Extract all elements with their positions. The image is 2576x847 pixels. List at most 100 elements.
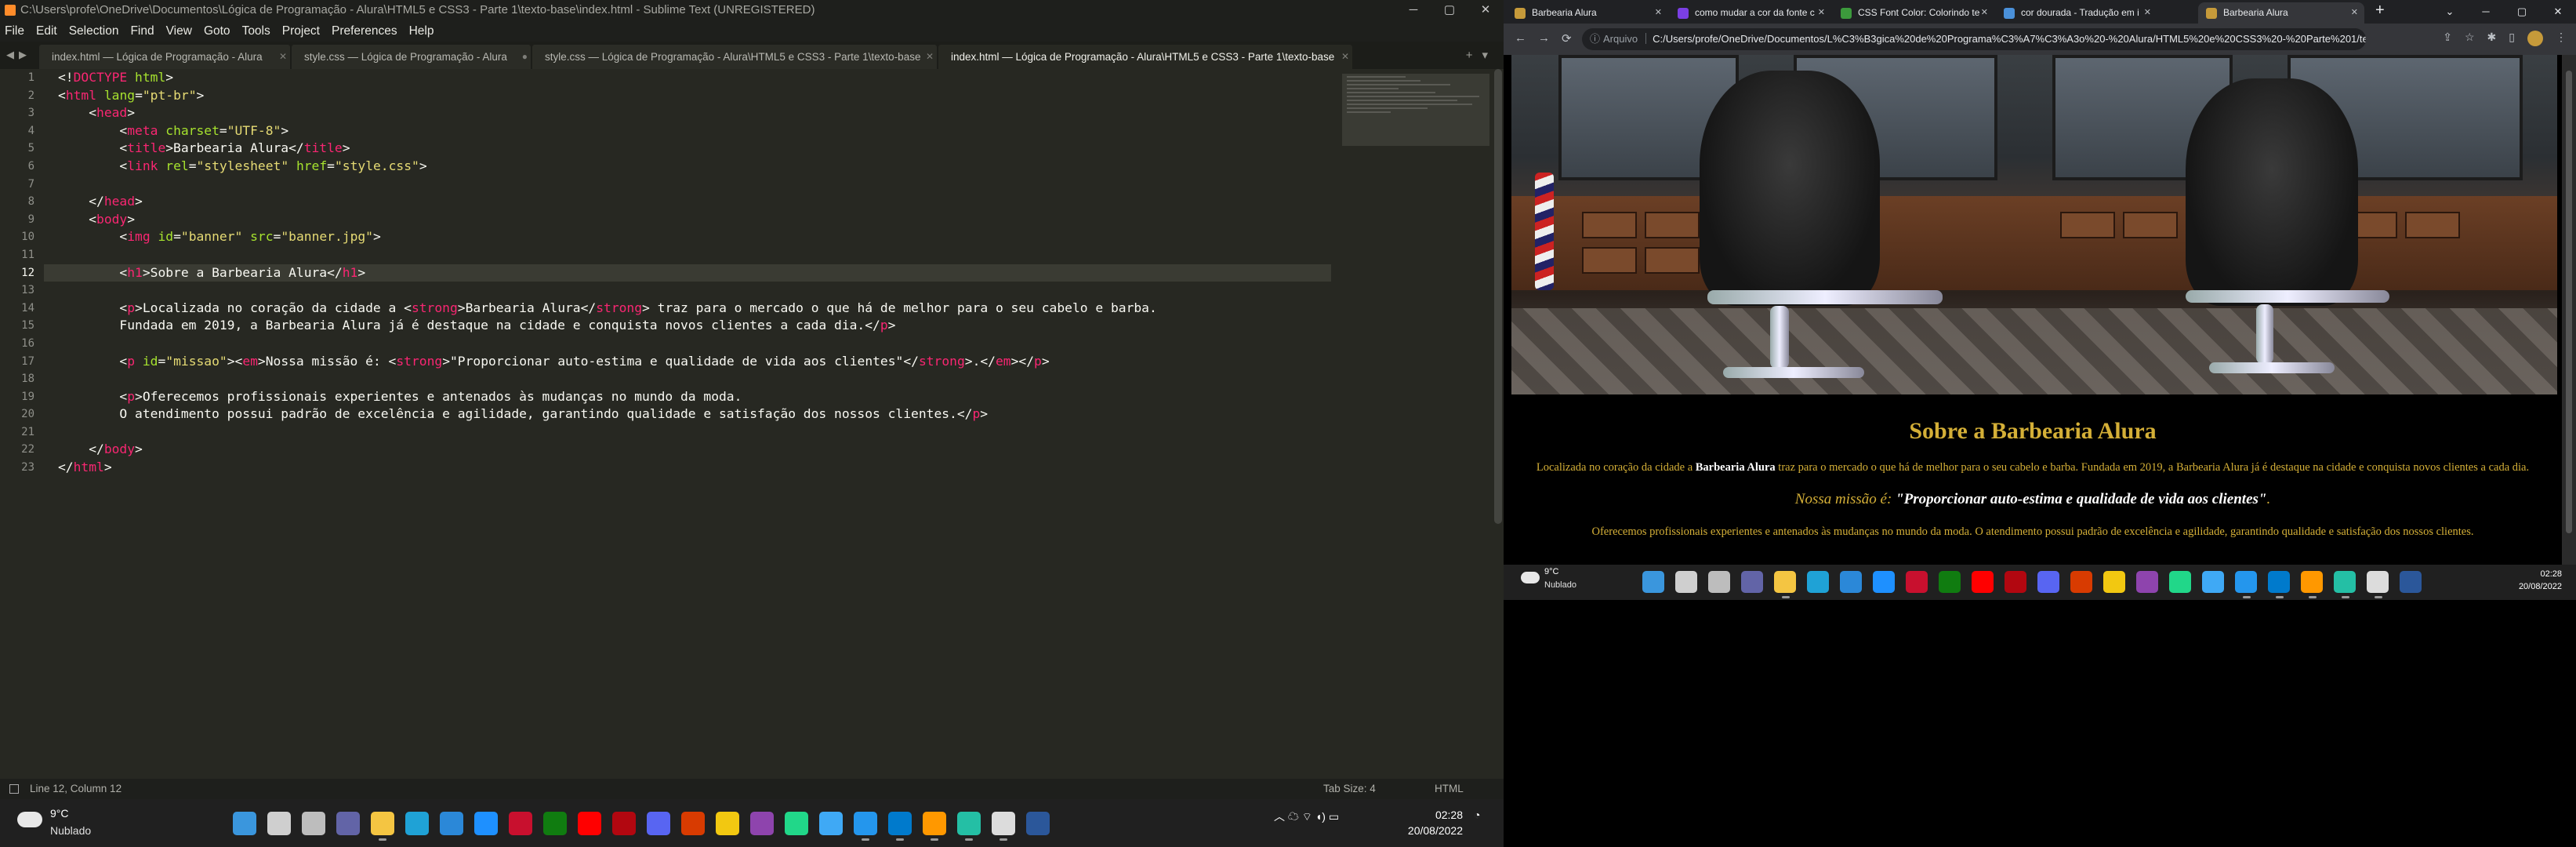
close-icon[interactable]: ✕ (279, 45, 287, 69)
tab-size-setting[interactable]: Tab Size: 4 (1323, 779, 1376, 799)
close-icon[interactable]: ✕ (1818, 2, 1825, 24)
search-icon[interactable] (1675, 571, 1697, 593)
browser-tab-4[interactable]: cor dourada - Tradução em i ✕ (1996, 2, 2157, 24)
task-view-icon[interactable] (1708, 571, 1730, 593)
network-icon[interactable] (819, 812, 843, 835)
code-line[interactable] (58, 246, 1331, 264)
discord-icon[interactable] (647, 812, 670, 835)
docker-icon[interactable] (2235, 571, 2257, 598)
vscode-insiders-icon[interactable] (957, 812, 981, 841)
edge-icon[interactable] (1807, 571, 1829, 593)
browser-tab-1[interactable]: Barbearia Alura ✕ (1507, 2, 1668, 24)
app-l-icon[interactable] (474, 812, 498, 835)
document-icon[interactable] (2400, 571, 2422, 593)
code-line[interactable] (58, 282, 1331, 300)
code-area[interactable]: <!DOCTYPE html> <html lang="pt-br"> <head… (44, 69, 1331, 477)
office-icon[interactable] (2070, 571, 2092, 593)
bulb-icon[interactable] (716, 812, 739, 835)
share-icon[interactable]: ⇪ (2443, 31, 2452, 49)
reload-icon[interactable]: ⟳ (1562, 31, 1572, 45)
system-clock[interactable]: 02:28 20/08/2022 (2507, 568, 2562, 593)
netflix-icon[interactable] (612, 812, 636, 835)
code-line[interactable]: </head> (58, 193, 1331, 211)
notification-icon[interactable]: ◔ (1474, 809, 1480, 821)
side-panel-icon[interactable]: ▯ (2509, 31, 2515, 49)
back-icon[interactable]: ← (1515, 31, 1526, 45)
new-tab-button[interactable]: + (2375, 2, 2385, 20)
close-icon[interactable]: ✕ (1981, 2, 1988, 24)
code-line[interactable]: <p>Oferecemos profissionais experientes … (58, 388, 1331, 406)
profile-avatar[interactable] (2527, 31, 2543, 49)
app-colorful-icon[interactable] (750, 812, 774, 835)
code-line[interactable]: <meta charset="UTF-8"> (58, 122, 1331, 140)
sublime-icon[interactable] (2301, 571, 2323, 598)
browser-tab-5-active[interactable]: Barbearia Alura ✕ (2198, 2, 2364, 24)
tab-search-icon[interactable]: ⌄ (2432, 0, 2468, 24)
vscode-icon[interactable] (888, 812, 912, 841)
tab-style-css-1[interactable]: style.css — Lógica de Programação - Alur… (292, 45, 531, 69)
close-icon[interactable]: ✕ (926, 45, 934, 69)
code-line[interactable]: <img id="banner" src="banner.jpg"> (58, 228, 1331, 246)
xbox-icon[interactable] (1939, 571, 1961, 593)
code-line[interactable]: </html> (58, 459, 1331, 477)
syntax-selector[interactable]: HTML (1435, 779, 1464, 799)
network-icon[interactable] (2202, 571, 2224, 593)
menu-selection[interactable]: Selection (69, 24, 119, 38)
menu-find[interactable]: Find (130, 24, 154, 38)
new-tab-and-list-icon[interactable]: +▾ (1466, 48, 1497, 62)
code-line[interactable] (58, 370, 1331, 388)
tab-nav-arrows-icon[interactable]: ◀▶ (6, 49, 31, 61)
edge-icon[interactable] (405, 812, 429, 835)
menu-help[interactable]: Help (409, 24, 434, 38)
browser-tab-3[interactable]: CSS Font Color: Colorindo te ✕ (1833, 2, 1994, 24)
tab-index-html-1[interactable]: index.html — Lógica de Programação - Alu… (39, 45, 290, 69)
app-l-icon[interactable] (1873, 571, 1895, 593)
code-line[interactable]: Fundada em 2019, a Barbearia Alura já é … (58, 317, 1331, 335)
store-icon[interactable] (1840, 571, 1862, 593)
browser-tab-2[interactable]: como mudar a cor da fonte c ✕ (1670, 2, 1831, 24)
incognito-icon[interactable] (2367, 571, 2389, 598)
weather-widget[interactable]: 9°C Nublado (1521, 567, 1646, 600)
code-line[interactable] (58, 424, 1331, 442)
code-line[interactable]: <p id="missao"><em>Nossa missão é: <stro… (58, 353, 1331, 371)
code-line[interactable]: <head> (58, 104, 1331, 122)
teams-chat-icon[interactable] (336, 812, 360, 835)
close-icon[interactable]: ✕ (2144, 2, 2151, 24)
mcafee-icon[interactable] (509, 812, 532, 835)
address-bar[interactable]: ⓘ Arquivo C:/Users/profe/OneDrive/Document… (1582, 28, 2366, 50)
file-explorer-icon[interactable] (1774, 571, 1796, 598)
close-icon[interactable]: ✕ (1655, 2, 1662, 24)
windows-start-icon[interactable] (1642, 571, 1664, 593)
code-line[interactable]: <!DOCTYPE html> (58, 69, 1331, 87)
youtube-icon[interactable] (578, 812, 601, 835)
tab-style-css-2[interactable]: style.css — Lógica de Programação - Alur… (532, 45, 937, 69)
menu-project[interactable]: Project (282, 24, 320, 38)
sublime-icon[interactable] (923, 812, 946, 841)
discord-icon[interactable] (2037, 571, 2059, 593)
system-tray-icons[interactable]: ︿ ☁ ⌔ ◖) ▭ (1274, 809, 1339, 824)
search-icon[interactable] (267, 812, 291, 835)
code-line[interactable]: <body> (58, 211, 1331, 229)
code-line[interactable]: <link rel="stylesheet" href="style.css"> (58, 158, 1331, 176)
forward-icon[interactable]: → (1538, 31, 1550, 45)
maximize-button[interactable]: ▢ (2504, 0, 2540, 24)
menu-goto[interactable]: Goto (204, 24, 230, 38)
docker-icon[interactable] (854, 812, 877, 841)
code-line[interactable]: <p>Localizada no coração da cidade a <st… (58, 300, 1331, 318)
tab-index-html-active[interactable]: index.html — Lógica de Programação - Alu… (938, 45, 1352, 69)
pycharm-icon[interactable] (2169, 571, 2191, 593)
info-icon[interactable]: ⓘ (1590, 33, 1600, 45)
vscode-icon[interactable] (2268, 571, 2290, 598)
code-line[interactable]: </body> (58, 441, 1331, 459)
maximize-button[interactable]: ▢ (1431, 0, 1468, 20)
windows-start-icon[interactable] (233, 812, 256, 835)
menu-tools[interactable]: Tools (242, 24, 270, 38)
system-clock[interactable]: 02:28 20/08/2022 (1395, 807, 1463, 838)
vscode-insiders-icon[interactable] (2334, 571, 2356, 598)
netflix-icon[interactable] (2005, 571, 2026, 593)
minimize-button[interactable]: ─ (2468, 0, 2504, 24)
code-line[interactable]: <title>Barbearia Alura</title> (58, 140, 1331, 158)
menu-file[interactable]: File (5, 24, 24, 38)
xbox-icon[interactable] (543, 812, 567, 835)
minimize-button[interactable]: ─ (1395, 0, 1431, 20)
